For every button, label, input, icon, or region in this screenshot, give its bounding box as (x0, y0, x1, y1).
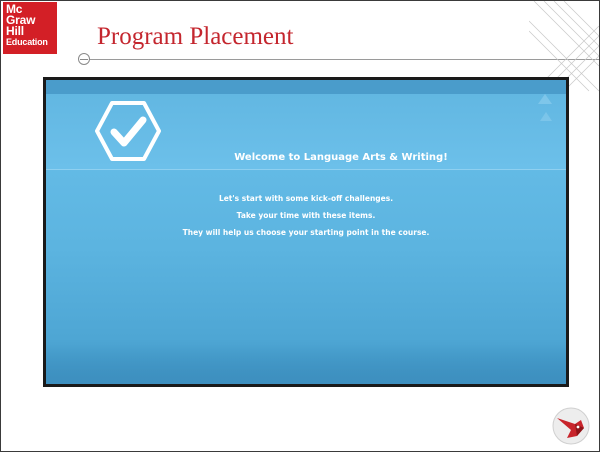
video-player[interactable]: Welcome to Language Arts & Writing! Let'… (43, 77, 569, 387)
title-bullet-icon (78, 53, 90, 65)
slide-frame: Mc Graw Hill Education Program Placement (0, 0, 600, 452)
mcgraw-hill-logo: Mc Graw Hill Education (3, 2, 57, 54)
video-bottom-band (46, 344, 566, 384)
video-content: Welcome to Language Arts & Writing! Let'… (46, 80, 566, 384)
title-divider (89, 59, 599, 60)
welcome-heading: Welcome to Language Arts & Writing! (234, 152, 448, 163)
triangle-decoration-icon (538, 94, 552, 104)
video-top-band (46, 80, 566, 94)
slide-title: Program Placement (97, 23, 294, 50)
logo-line-3: Hill (6, 24, 24, 38)
bird-logo-icon (552, 407, 590, 445)
logo-line-4: Education (6, 37, 48, 47)
intro-line-1: Let's start with some kick-off challenge… (218, 194, 394, 203)
intro-line-2: Take your time with these items. (236, 211, 376, 220)
triangle-decoration-icon (540, 112, 552, 121)
intro-line-3: They will help us choose your starting p… (182, 228, 430, 237)
